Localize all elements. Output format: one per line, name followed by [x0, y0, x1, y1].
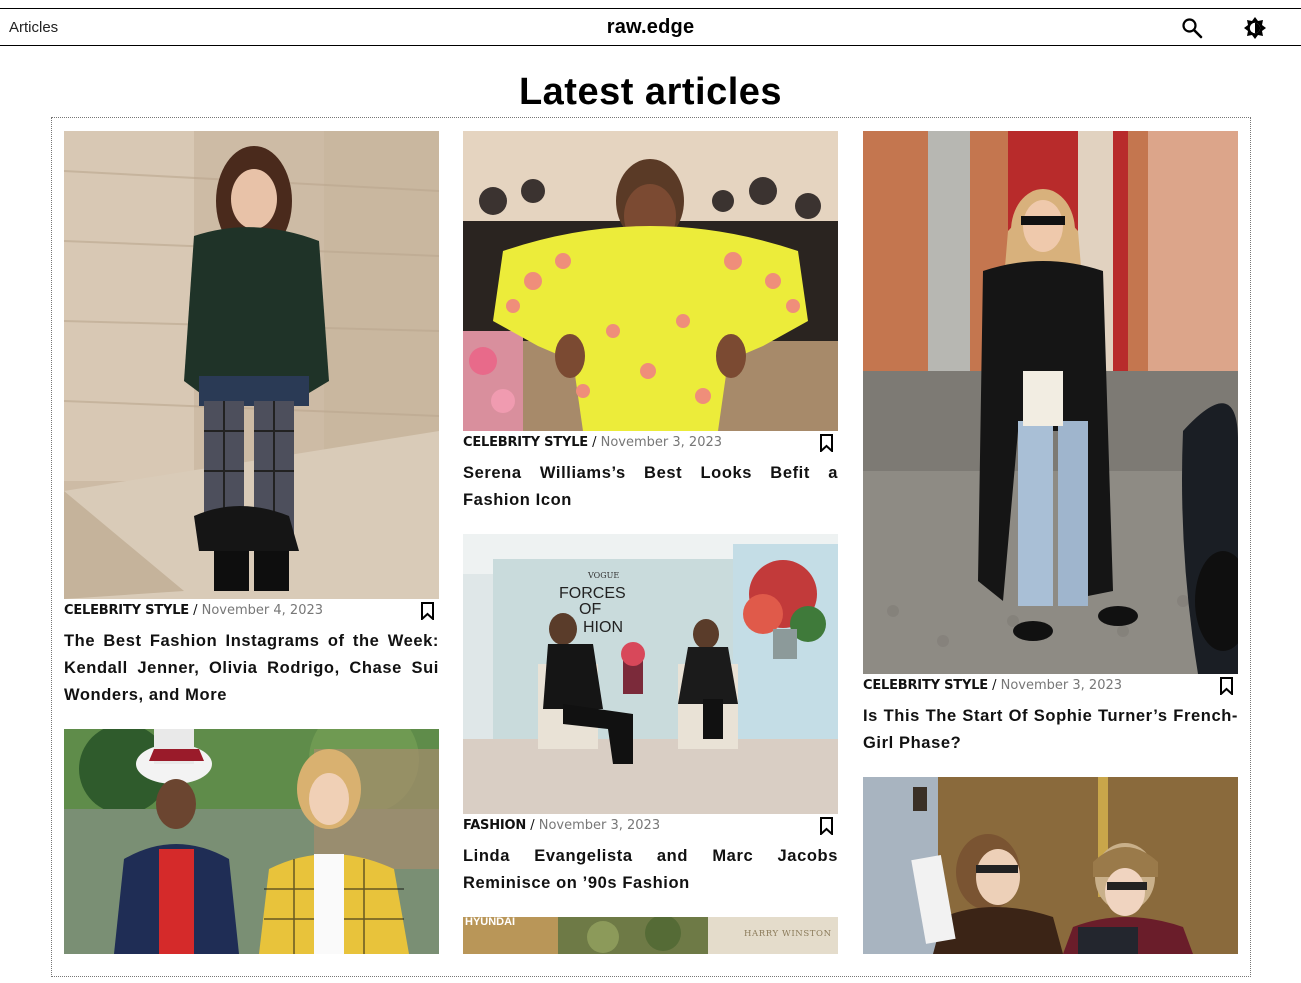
article-image[interactable]	[64, 131, 439, 599]
article-meta: CELEBRITY STYLE / November 3, 2023	[463, 433, 838, 455]
article-title[interactable]: The Best Fashion Instagrams of the Week:…	[64, 628, 439, 709]
vogue-text: VOGUE	[587, 571, 619, 580]
article-meta: CELEBRITY STYLE / November 3, 2023	[863, 676, 1238, 698]
article-meta: CELEBRITY STYLE / November 4, 2023	[64, 601, 439, 623]
article-category[interactable]: CELEBRITY STYLE	[463, 435, 588, 450]
article-image[interactable]: HYUNDAI HARRY WINSTON	[463, 917, 838, 954]
fashion-text: HION	[583, 619, 623, 636]
article-image[interactable]	[463, 131, 838, 431]
meta-separator: /	[188, 603, 202, 618]
bookmark-icon[interactable]	[1219, 677, 1234, 697]
bookmark-icon[interactable]	[819, 817, 834, 837]
top-navigation-bar: Articles raw.edge	[0, 8, 1301, 46]
of-text: OF	[579, 601, 601, 618]
article-card[interactable]: HYUNDAI HARRY WINSTON	[463, 917, 838, 983]
site-logo[interactable]: raw.edge	[0, 16, 1301, 39]
article-meta	[863, 956, 1238, 978]
article-card[interactable]: CELEBRITY STYLE / November 3, 2023 Is Th…	[863, 131, 1238, 757]
meta-separator: /	[587, 435, 601, 450]
article-image[interactable]: VOGUE FORCES OF HION	[463, 534, 838, 814]
article-card[interactable]: CELEBRITY STYLE / November 4, 2023 The B…	[64, 131, 439, 709]
article-card[interactable]	[863, 777, 1238, 983]
article-category[interactable]: CELEBRITY STYLE	[863, 678, 988, 693]
article-card[interactable]: CELEBRITY STYLE / November 3, 2023 Seren…	[463, 131, 838, 514]
search-icon[interactable]	[1181, 17, 1203, 39]
hyundai-text: HYUNDAI	[465, 917, 515, 928]
harry-winston-text: HARRY WINSTON	[744, 929, 832, 939]
article-image[interactable]	[863, 131, 1238, 674]
bookmark-icon[interactable]	[420, 602, 435, 622]
meta-separator: /	[987, 678, 1001, 693]
article-title[interactable]: Serena Williams’s Best Looks Befit a Fas…	[463, 460, 838, 514]
article-title[interactable]: Is This The Start Of Sophie Turner’s Fre…	[863, 703, 1238, 757]
article-title[interactable]: Linda Evangelista and Marc Jacobs Remini…	[463, 843, 838, 897]
meta-separator: /	[526, 818, 539, 833]
forces-text: FORCES	[559, 585, 626, 602]
article-meta	[463, 956, 838, 978]
article-category[interactable]: FASHION	[463, 818, 526, 833]
article-card[interactable]	[64, 729, 439, 983]
article-date: November 3, 2023	[538, 818, 661, 833]
article-date: November 3, 2023	[1000, 678, 1123, 693]
page-title: Latest articles	[518, 71, 783, 113]
article-meta: FASHION / November 3, 2023	[463, 816, 838, 838]
bookmark-icon[interactable]	[819, 434, 834, 454]
brightness-icon[interactable]	[1244, 17, 1266, 39]
article-date: November 3, 2023	[600, 435, 723, 450]
articles-nav-link[interactable]: Articles	[9, 19, 58, 36]
article-category[interactable]: CELEBRITY STYLE	[64, 603, 189, 618]
article-card[interactable]: VOGUE FORCES OF HION FASHION / November …	[463, 534, 838, 897]
article-image[interactable]	[863, 777, 1238, 954]
article-date: November 4, 2023	[201, 603, 324, 618]
article-image[interactable]	[64, 729, 439, 954]
article-meta	[64, 956, 439, 978]
